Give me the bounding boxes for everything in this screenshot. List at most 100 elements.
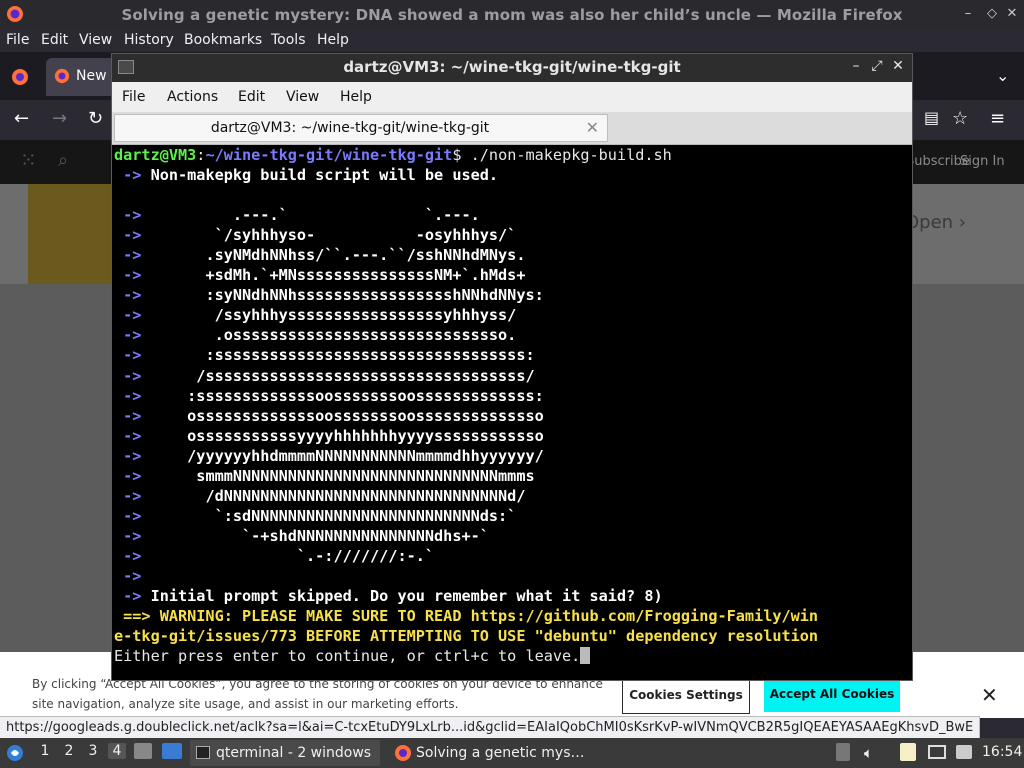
start-menu-icon[interactable] xyxy=(6,744,24,762)
volume-icon[interactable]: 🔈︎ xyxy=(864,744,873,762)
apps-grid-icon[interactable]: ⁙ xyxy=(20,148,37,172)
ascii-art-line: -> .syNMdhNNhss/``.---.``/sshNNhdMNys. xyxy=(114,245,910,265)
prompt-path: ~/wine-tkg-git/wine-tkg-git xyxy=(205,146,453,164)
ascii-art-text: /ssyhhhysssssssssssssssssyhhhyss/ xyxy=(141,306,517,325)
ascii-art-line: -> osssssssssssssoosssssssoossssssssssss… xyxy=(114,406,910,426)
tab-label: New xyxy=(76,68,107,84)
taskbar-item-firefox[interactable]: Solving a genetic mys… xyxy=(390,740,590,766)
ascii-art-line: -> smmmNNNNNNNNNNNNNNNNNNNNNNNNNNNNNmmms xyxy=(114,466,910,486)
accept-all-cookies-button[interactable]: Accept All Cookies xyxy=(764,676,900,712)
taskbar-item-qterminal[interactable]: qterminal - 2 windows xyxy=(190,740,380,766)
minimize-icon[interactable]: – xyxy=(960,6,976,21)
menu-file[interactable]: File xyxy=(6,32,29,48)
workspace-1[interactable]: 1 xyxy=(36,743,54,759)
menu-bookmarks[interactable]: Bookmarks xyxy=(184,32,262,48)
output-line: -> Initial prompt skipped. Do you rememb… xyxy=(114,586,910,606)
menu-edit[interactable]: Edit xyxy=(238,89,265,105)
ascii-art-text: :sssssssssssssoosssssssoosssssssssssss: xyxy=(141,386,544,405)
continue-prompt-line: Either press enter to continue, or ctrl+… xyxy=(114,646,910,666)
ascii-art-line: -> :syNNdhNNhssssssssssssssssshNNhdNNys: xyxy=(114,285,910,305)
tab-new[interactable]: New xyxy=(46,58,116,96)
terminal-tab-label: dartz@VM3: ~/wine-tkg-git/wine-tkg-git xyxy=(210,120,490,136)
search-icon[interactable]: ⌕ xyxy=(58,150,68,171)
menu-view[interactable]: View xyxy=(286,89,319,105)
notifications-icon[interactable] xyxy=(956,745,972,759)
terminal-output[interactable]: dartz@VM3:~/wine-tkg-git/wine-tkg-git$ .… xyxy=(114,145,910,679)
prompt-user: dartz@VM3 xyxy=(114,146,197,164)
taskbar-panel: 1 2 3 4 qterminal - 2 windows Solving a … xyxy=(0,738,1024,768)
menu-tools[interactable]: Tools xyxy=(271,32,306,48)
ascii-art-text: `.-:///////:-.` xyxy=(141,546,435,565)
qterminal-titlebar[interactable]: dartz@VM3: ~/wine-tkg-git/wine-tkg-git –… xyxy=(112,54,912,82)
prompt-symbol: $ xyxy=(452,146,471,164)
ascii-art-text: `-+shdNNNNNNNNNNNNNNNdhs+-` xyxy=(141,526,489,545)
file-manager-icon[interactable] xyxy=(134,743,152,759)
hamburger-menu-icon[interactable]: ≡ xyxy=(990,108,1005,129)
qterminal-window-title: dartz@VM3: ~/wine-tkg-git/wine-tkg-git xyxy=(343,58,681,76)
qterminal-menubar: File Actions Edit View Help xyxy=(112,82,912,112)
menu-help[interactable]: Help xyxy=(340,89,372,105)
tab-close-icon[interactable]: ✕ xyxy=(586,118,599,137)
back-icon[interactable]: ← xyxy=(14,108,29,129)
arrow-marker: -> xyxy=(114,546,142,565)
arrow-marker: -> xyxy=(114,566,142,585)
menu-edit[interactable]: Edit xyxy=(41,32,68,48)
network-icon[interactable] xyxy=(928,745,946,759)
firefox-view-icon[interactable] xyxy=(11,68,29,86)
notes-icon[interactable] xyxy=(900,743,916,761)
close-icon[interactable]: ✕ xyxy=(1004,6,1020,21)
sign-in-link[interactable]: Sign In xyxy=(960,154,1005,169)
taskbar-item-label: Solving a genetic mys… xyxy=(416,745,585,761)
ascii-art-line: -> `.-:///////:-.` xyxy=(114,546,910,566)
firefox-titlebar: Solving a genetic mystery: DNA showed a … xyxy=(0,0,1024,29)
workspace-3[interactable]: 3 xyxy=(84,743,102,759)
arrow-marker: -> xyxy=(114,326,142,345)
menu-view[interactable]: View xyxy=(79,32,112,48)
prompt-line: dartz@VM3:~/wine-tkg-git/wine-tkg-git$ .… xyxy=(114,145,910,165)
ascii-art-text: osssssssssssyyyyhhhhhhhyyyyssssssssssso xyxy=(141,426,544,445)
menu-file[interactable]: File xyxy=(122,89,145,105)
qterminal-tabbar: dartz@VM3: ~/wine-tkg-git/wine-tkg-git ✕ xyxy=(112,112,912,145)
cookies-settings-button[interactable]: Cookies Settings xyxy=(622,676,750,714)
list-all-tabs-icon[interactable]: ⌄ xyxy=(996,66,1009,85)
firefox-window-title: Solving a genetic mystery: DNA showed a … xyxy=(121,6,903,24)
workspace-4[interactable]: 4 xyxy=(108,743,126,759)
bookmark-star-icon[interactable]: ☆ xyxy=(952,108,968,129)
clock[interactable]: 16:54 xyxy=(982,744,1022,760)
ascii-art-line: -> :sssssssssssssoosssssssoossssssssssss… xyxy=(114,386,910,406)
reload-icon[interactable]: ↻ xyxy=(88,108,103,129)
cookie-close-icon[interactable]: ✕ xyxy=(981,683,998,707)
maximize-icon[interactable]: ◇ xyxy=(984,6,1000,21)
menu-history[interactable]: History xyxy=(124,32,174,48)
terminal-tab[interactable]: dartz@VM3: ~/wine-tkg-git/wine-tkg-git ✕ xyxy=(114,114,608,142)
terminal-app-icon xyxy=(196,746,210,759)
maximize-icon[interactable]: ⤢ xyxy=(869,58,885,74)
arrow-marker: -> xyxy=(114,406,142,425)
banner-image xyxy=(28,184,118,284)
arrow-marker: -> xyxy=(114,486,142,505)
open-link[interactable]: Open › xyxy=(905,212,966,233)
ascii-art-line: -> .---.` `.---. xyxy=(114,205,910,225)
forward-icon[interactable]: → xyxy=(52,108,67,129)
arrow-marker: -> xyxy=(114,386,142,405)
arrow-marker: -> xyxy=(114,587,142,606)
ascii-art-line: -> osssssssssssyyyyhhhhhhhyyyyssssssssss… xyxy=(114,426,910,446)
ascii-art-text: +sdMh.`+MNsssssssssssssssNM+`.hMds+ xyxy=(141,266,526,285)
clipboard-icon[interactable] xyxy=(836,743,850,761)
minimize-icon[interactable]: – xyxy=(848,58,864,74)
workspace-2[interactable]: 2 xyxy=(60,743,78,759)
output-line: -> Non-makepkg build script will be used… xyxy=(114,165,910,185)
ascii-art-text: :ssssssssssssssssssssssssssssssssss: xyxy=(141,346,535,365)
menu-actions[interactable]: Actions xyxy=(167,89,218,105)
menu-help[interactable]: Help xyxy=(317,32,349,48)
show-desktop-icon[interactable] xyxy=(162,743,182,759)
ascii-art-text: `/syhhhyso- -osyhhhys/` xyxy=(141,226,517,245)
close-icon[interactable]: ✕ xyxy=(890,58,906,74)
arrow-marker: -> xyxy=(114,166,142,185)
reader-view-icon[interactable]: ▤ xyxy=(924,108,939,127)
warning-line: ==> WARNING: PLEASE MAKE SURE TO READ ht… xyxy=(114,606,910,626)
arrow-marker: -> xyxy=(114,506,142,525)
output-text: Non-makepkg build script will be used. xyxy=(141,166,499,185)
ascii-art-line: -> /dNNNNNNNNNNNNNNNNNNNNNNNNNNNNNNNd/ xyxy=(114,486,910,506)
command-text: ./non-makepkg-build.sh xyxy=(470,146,672,164)
